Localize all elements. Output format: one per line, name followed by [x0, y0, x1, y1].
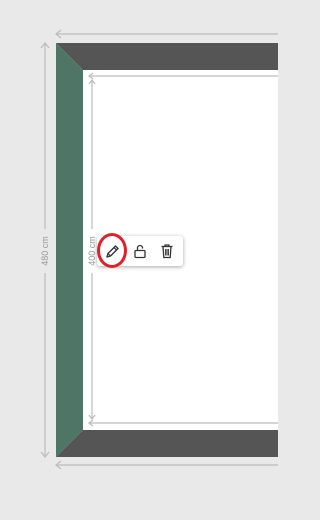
pencil-icon: [105, 245, 119, 258]
delete-button[interactable]: [155, 239, 179, 263]
left-wall: [56, 43, 83, 457]
floorplan-canvas[interactable]: 480 cm 400 cm: [0, 0, 278, 520]
top-dimension-line: [55, 29, 278, 39]
bottom-dimension-line: [55, 460, 278, 470]
lock-button[interactable]: [128, 239, 152, 263]
unlock-icon: [134, 244, 146, 259]
wall-context-toolbar: [97, 236, 183, 266]
trash-icon: [161, 244, 173, 259]
edit-button[interactable]: [101, 239, 125, 263]
top-wall: [56, 43, 278, 70]
outer-height-label: 480 cm: [40, 229, 50, 273]
inner-height-label: 400 cm: [87, 229, 97, 273]
bottom-wall: [56, 430, 278, 457]
